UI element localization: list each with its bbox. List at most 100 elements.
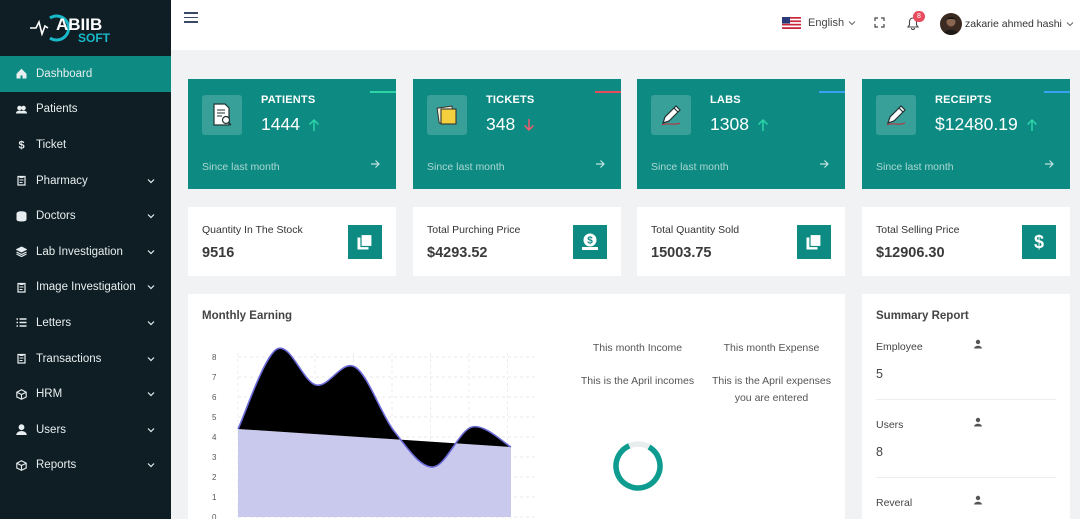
arrow-down-icon (524, 118, 535, 131)
fullscreen-icon[interactable] (874, 17, 885, 31)
info-card-value: $4293.52 (427, 245, 488, 261)
summary-row-label: Reveral (876, 497, 913, 509)
sidebar-item-users[interactable]: Users (0, 412, 171, 448)
info-card-label: Total Quantity Sold (651, 224, 740, 236)
stat-accent-line (370, 91, 396, 93)
sidebar-item-dashboard[interactable]: Dashboard (0, 56, 171, 92)
language-label: English (808, 17, 845, 29)
menu-toggle-icon[interactable] (184, 12, 198, 23)
stat-since-label: Since last month (427, 161, 505, 173)
users-icon (14, 102, 28, 116)
summary-report-card: Summary Report Employee 5 Users 8 Reveral (862, 294, 1070, 519)
sidebar-item-patients[interactable]: Patients (0, 92, 171, 128)
info-card: Quantity In The Stock 9516 (188, 207, 396, 276)
chevron-down-icon (1066, 22, 1074, 27)
sidebar-item-reports[interactable]: Reports (0, 448, 171, 484)
income-heading: This month Income (592, 342, 683, 354)
user-icon (974, 339, 982, 349)
stat-card-receipts[interactable]: RECEIPTS $12480.19 Since last month (862, 79, 1070, 189)
sidebar-item-label: HRM (36, 388, 63, 401)
stat-card-labs[interactable]: LABS 1308 Since last month (637, 79, 845, 189)
sidebar-item-ticket[interactable]: $ Ticket (0, 127, 171, 163)
y-tick-label: 7 (212, 373, 217, 382)
svg-text:$: $ (1034, 232, 1044, 252)
sidebar-item-label: Ticket (36, 138, 67, 151)
sidebar-item-image-investigation[interactable]: Image Investigation (0, 270, 171, 306)
sidebar-item-letters[interactable]: Letters (0, 305, 171, 341)
stat-card-patients[interactable]: PATIENTS 1444 Since last month (188, 79, 396, 189)
chevron-down-icon (147, 285, 155, 290)
monthly-earning-title: Monthly Earning (202, 310, 293, 322)
info-card-value: 9516 (202, 245, 235, 261)
copy-icon[interactable] (797, 225, 831, 259)
brand-logo[interactable]: ABIIB SOFT (0, 0, 171, 56)
expense-text: This is the April expenses you are enter… (708, 373, 835, 407)
avatar (940, 13, 962, 35)
info-card: Total Quantity Sold 15003.75 (637, 207, 845, 276)
notification-bell[interactable]: 8 (906, 11, 925, 33)
arrow-right-icon[interactable] (819, 159, 829, 169)
money-icon[interactable]: $ (573, 225, 607, 259)
stat-title: TICKETS (486, 94, 535, 106)
stat-value-row: 1308 (710, 114, 769, 135)
list-icon (14, 316, 28, 330)
sidebar-item-transactions[interactable]: Transactions (0, 341, 171, 377)
arrow-right-icon[interactable] (595, 159, 605, 169)
language-selector[interactable]: English (782, 17, 856, 29)
clipboard-icon (14, 174, 28, 188)
summary-row-employee: Employee 5 (876, 339, 1056, 381)
expense-heading: This month Expense (723, 342, 820, 354)
stat-card-tickets[interactable]: TICKETS 348 Since last month (413, 79, 621, 189)
dollar-icon[interactable]: $ (1022, 225, 1056, 259)
info-card-value: $12906.30 (876, 245, 945, 261)
y-tick-label: 4 (212, 433, 217, 442)
brand-line2: SOFT (78, 31, 111, 45)
sticky-note-icon (436, 105, 457, 125)
y-tick-label: 2 (212, 473, 217, 482)
user-menu[interactable]: zakarie ahmed hashi (940, 13, 1074, 35)
arrow-up-icon (1026, 118, 1037, 131)
chevron-down-icon (147, 463, 155, 468)
arrow-right-icon[interactable] (370, 159, 380, 169)
chevron-down-icon (848, 21, 856, 26)
stat-title: RECEIPTS (935, 94, 992, 106)
stat-since-label: Since last month (651, 161, 729, 173)
sidebar-item-doctors[interactable]: Doctors (0, 198, 171, 234)
stat-value: 1308 (710, 114, 749, 134)
summary-row-value: 5 (876, 367, 883, 381)
top-header: English 8 zakarie ahmed hashi (171, 0, 1080, 50)
sidebar-nav: Dashboard Patients $ Ticket Pharmacy Doctors L… (0, 56, 171, 483)
summary-row-value: 8 (876, 445, 883, 459)
chevron-down-icon (147, 356, 155, 361)
sidebar-item-label: Lab Investigation (36, 245, 123, 258)
clipboard-icon (14, 280, 28, 294)
info-card-label: Total Selling Price (876, 224, 960, 236)
svg-text:$: $ (18, 140, 24, 151)
arrow-right-icon[interactable] (1044, 159, 1054, 169)
sidebar-item-label: Dashboard (36, 67, 93, 80)
sidebar-item-label: Doctors (36, 210, 76, 223)
divider (876, 399, 1056, 400)
sidebar-item-label: Letters (36, 316, 72, 329)
info-card: Total Purching Price $4293.52 $ (413, 207, 621, 276)
logo-mark-icon: ABIIB SOFT (30, 14, 111, 45)
sidebar-item-lab-investigation[interactable]: Lab Investigation (0, 234, 171, 270)
chevron-down-icon (147, 392, 155, 397)
pencil-icon (886, 105, 906, 126)
summary-row-reveral: Reveral (876, 495, 1056, 519)
sidebar-item-pharmacy[interactable]: Pharmacy (0, 163, 171, 199)
sidebar-item-label: Transactions (36, 352, 102, 365)
stat-icon-box (202, 95, 242, 135)
info-card: Total Selling Price $12906.30 $ (862, 207, 1070, 276)
chevron-down-icon (147, 214, 155, 219)
sidebar-item-hrm[interactable]: HRM (0, 376, 171, 412)
stat-title: LABS (710, 94, 741, 106)
stat-icon-box (427, 95, 467, 135)
info-card-label: Quantity In The Stock (202, 224, 303, 236)
chevron-down-icon (147, 178, 155, 183)
us-flag-icon (782, 17, 801, 29)
stat-title: PATIENTS (261, 94, 316, 106)
chevron-down-icon (147, 427, 155, 433)
copy-icon[interactable] (348, 225, 382, 259)
box-icon (14, 458, 28, 472)
